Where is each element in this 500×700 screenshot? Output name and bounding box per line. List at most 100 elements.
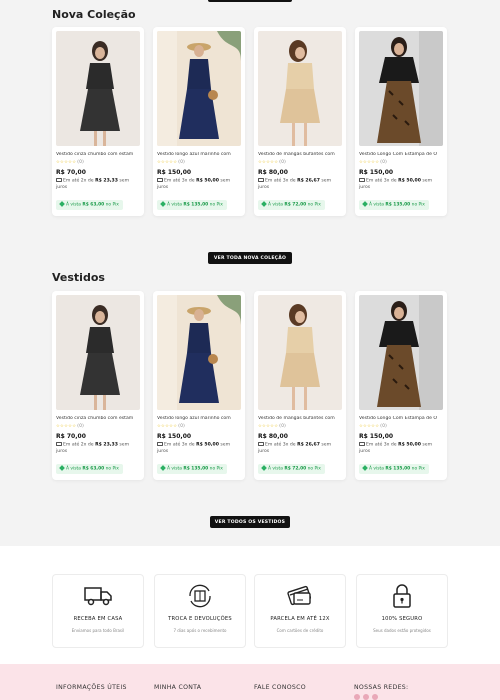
pix-price-badge: À vista R$ 135,00 no Pix (157, 200, 227, 210)
site-footer: INFORMAÇÕES ÚTEIS MINHA CONTA FALE CONOS… (0, 664, 500, 700)
product-price: R$ 150,00 (157, 169, 192, 176)
previous-section-button[interactable] (208, 0, 292, 2)
card-icon (258, 442, 264, 446)
rating-stars: ☆☆☆☆☆(0) (258, 159, 287, 164)
pix-price-badge: À vista R$ 135,00 no Pix (359, 200, 429, 210)
pix-icon (362, 465, 368, 472)
benefit-subtitle: Enviamos para todo Brasil (71, 628, 125, 633)
view-new-collection-button[interactable]: VER TODA NOVA COLEÇÃO (208, 252, 292, 264)
facebook-icon[interactable] (363, 694, 369, 700)
footer-heading-social: NOSSAS REDES: (354, 684, 409, 691)
product-card[interactable]: Vestido de mangas bufantes com ☆☆☆☆☆(0) … (254, 27, 346, 216)
product-card[interactable]: Vestido de mangas bufantes com ☆☆☆☆☆(0) … (254, 291, 346, 480)
benefit-title: RECEBA EM CASA (73, 616, 123, 622)
pix-icon (160, 465, 166, 472)
product-card[interactable]: Vestido cinza chumbo com estam ☆☆☆☆☆(0) … (52, 27, 144, 216)
benefit-security: 100% SEGURO Seus dados estão protegidos (356, 574, 448, 648)
product-price: R$ 80,00 (258, 169, 288, 176)
rating-stars: ☆☆☆☆☆(0) (258, 423, 287, 428)
benefit-subtitle: 7 dias após o recebimento (173, 628, 227, 633)
social-links (354, 694, 378, 700)
store-benefits: RECEBA EM CASA Enviamos para todo Brasil… (0, 546, 500, 664)
footer-heading-info[interactable]: INFORMAÇÕES ÚTEIS (56, 684, 127, 691)
product-name[interactable]: Vestido Longo Com Estampa de O (359, 152, 443, 157)
product-card[interactable]: Vestido Longo Com Estampa de O ☆☆☆☆☆(0) … (355, 291, 447, 480)
installment-info: Em até 2x de R$ 23,33 sem juros (56, 442, 130, 454)
padlock-icon (393, 584, 411, 608)
product-card[interactable]: Vestido longo azul marinho com ☆☆☆☆☆(0) … (153, 27, 245, 216)
installment-info: Em até 3x de R$ 50,00 sem juros (157, 442, 231, 454)
product-price: R$ 70,00 (56, 169, 86, 176)
installment-info: Em até 3x de R$ 50,00 sem juros (359, 178, 433, 190)
benefit-subtitle: Com cartões de crédito (276, 628, 324, 633)
product-image[interactable] (359, 31, 443, 146)
pix-icon (261, 465, 267, 472)
product-card[interactable]: Vestido longo azul marinho com ☆☆☆☆☆(0) … (153, 291, 245, 480)
card-icon (157, 178, 163, 182)
product-image[interactable] (359, 295, 443, 410)
card-icon (359, 178, 365, 182)
pix-price-badge: À vista R$ 63,00 no Pix (56, 200, 123, 210)
installment-info: Em até 3x de R$ 50,00 sem juros (359, 442, 433, 454)
pix-icon (59, 465, 65, 472)
benefit-title: PARCELA EM ATÉ 12X (270, 616, 330, 622)
pix-price-badge: À vista R$ 63,00 no Pix (56, 464, 123, 474)
product-image[interactable] (56, 295, 140, 410)
pix-price-badge: À vista R$ 72,00 no Pix (258, 464, 325, 474)
footer-heading-contact[interactable]: FALE CONOSCO (254, 684, 306, 691)
box-return-icon (189, 584, 211, 608)
pix-icon (59, 201, 65, 208)
product-name[interactable]: Vestido cinza chumbo com estam (56, 416, 140, 421)
pix-price-badge: À vista R$ 135,00 no Pix (359, 464, 429, 474)
product-price: R$ 70,00 (56, 433, 86, 440)
view-all-dresses-button[interactable]: VER TODOS OS VESTIDOS (210, 516, 290, 528)
product-name[interactable]: Vestido Longo Com Estampa de O (359, 416, 443, 421)
product-name[interactable]: Vestido longo azul marinho com (157, 152, 241, 157)
pix-price-badge: À vista R$ 72,00 no Pix (258, 200, 325, 210)
product-image[interactable] (157, 31, 241, 146)
card-icon (359, 442, 365, 446)
pix-icon (362, 201, 368, 208)
rating-stars: ☆☆☆☆☆(0) (56, 159, 85, 164)
installment-info: Em até 3x de R$ 26,67 sem juros (258, 442, 332, 454)
rating-stars: ☆☆☆☆☆(0) (56, 423, 85, 428)
product-image[interactable] (157, 295, 241, 410)
product-grid-vestidos: Vestido cinza chumbo com estam ☆☆☆☆☆(0) … (52, 291, 448, 480)
product-card[interactable]: Vestido cinza chumbo com estam ☆☆☆☆☆(0) … (52, 291, 144, 480)
product-name[interactable]: Vestido de mangas bufantes com (258, 416, 342, 421)
product-name[interactable]: Vestido de mangas bufantes com (258, 152, 342, 157)
card-icon (56, 178, 62, 182)
product-name[interactable]: Vestido cinza chumbo com estam (56, 152, 140, 157)
benefit-title: TROCA E DEVOLUÇÕES (168, 616, 232, 622)
product-image[interactable] (258, 295, 342, 410)
rating-stars: ☆☆☆☆☆(0) (359, 423, 388, 428)
benefit-returns: TROCA E DEVOLUÇÕES 7 dias após o recebim… (154, 574, 246, 648)
installment-info: Em até 3x de R$ 26,67 sem juros (258, 178, 332, 190)
instagram-icon[interactable] (354, 694, 360, 700)
whatsapp-icon[interactable] (372, 694, 378, 700)
product-card[interactable]: Vestido Longo Com Estampa de O ☆☆☆☆☆(0) … (355, 27, 447, 216)
rating-stars: ☆☆☆☆☆(0) (157, 423, 186, 428)
rating-stars: ☆☆☆☆☆(0) (359, 159, 388, 164)
truck-icon (84, 587, 112, 606)
product-price: R$ 150,00 (359, 433, 394, 440)
installment-info: Em até 3x de R$ 50,00 sem juros (157, 178, 231, 190)
section-title-nova-colecao: Nova Coleção (52, 8, 136, 21)
installment-info: Em até 2x de R$ 23,33 sem juros (56, 178, 130, 190)
product-price: R$ 80,00 (258, 433, 288, 440)
section-title-vestidos: Vestidos (52, 271, 105, 284)
card-icon (56, 442, 62, 446)
footer-heading-account[interactable]: MINHA CONTA (154, 684, 201, 691)
product-image[interactable] (258, 31, 342, 146)
benefit-subtitle: Seus dados estão protegidos (373, 628, 431, 633)
pix-icon (160, 201, 166, 208)
card-icon (157, 442, 163, 446)
card-icon (258, 178, 264, 182)
product-image[interactable] (56, 31, 140, 146)
pix-price-badge: À vista R$ 135,00 no Pix (157, 464, 227, 474)
pix-icon (261, 201, 267, 208)
product-price: R$ 150,00 (359, 169, 394, 176)
product-name[interactable]: Vestido longo azul marinho com (157, 416, 241, 421)
benefit-installments: PARCELA EM ATÉ 12X Com cartões de crédit… (254, 574, 346, 648)
product-grid-nova-colecao: Vestido cinza chumbo com estam ☆☆☆☆☆(0) … (52, 27, 448, 216)
